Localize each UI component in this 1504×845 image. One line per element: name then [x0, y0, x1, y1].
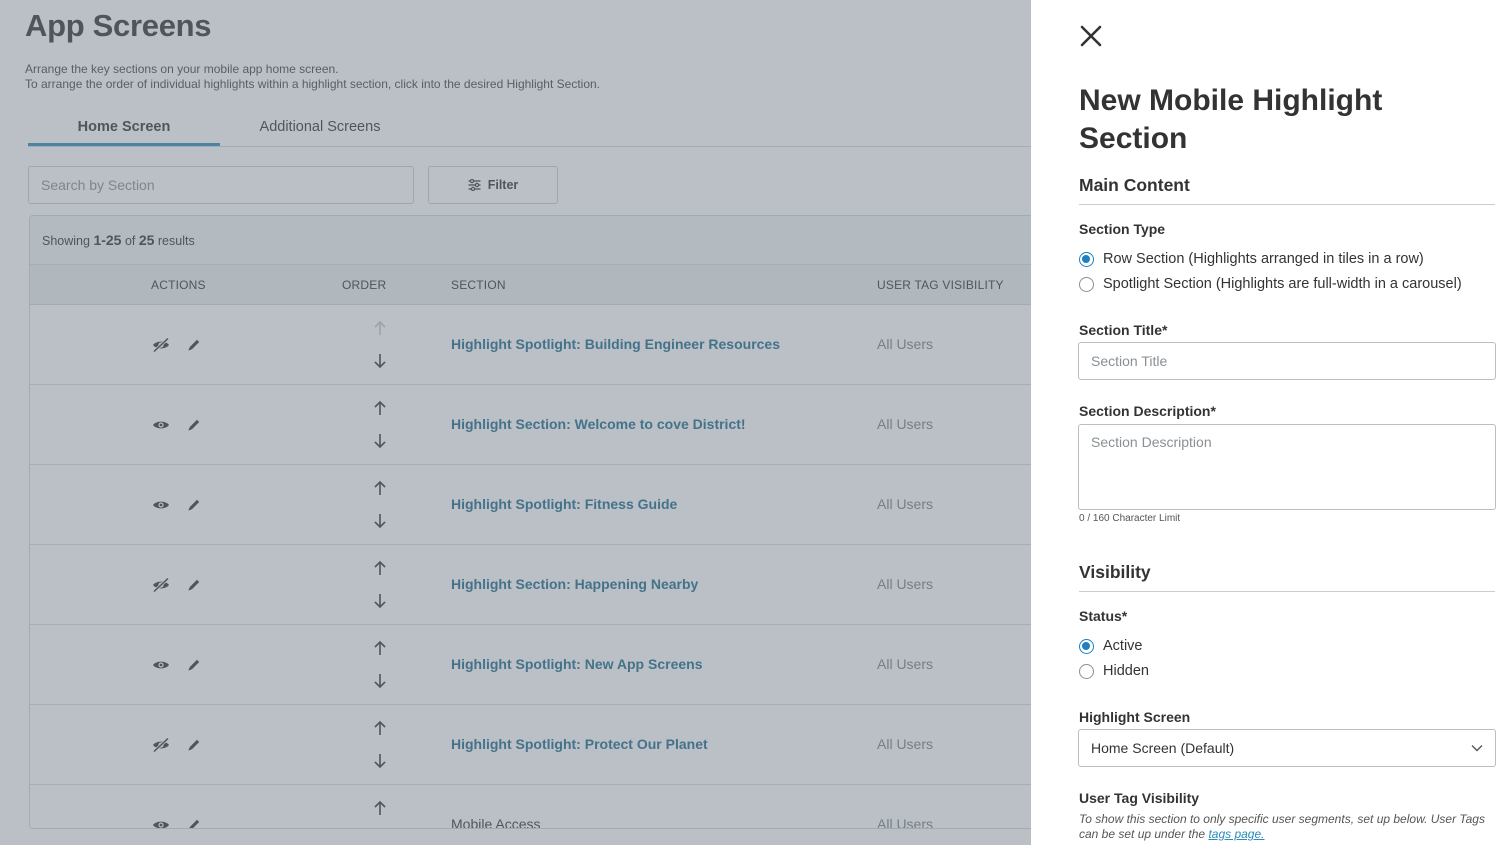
section-title-input[interactable]	[1078, 342, 1496, 380]
main-content-heading: Main Content	[1079, 175, 1190, 195]
section-description-label: Section Description*	[1079, 403, 1216, 419]
user-tag-visibility-label: User Tag Visibility	[1079, 790, 1200, 806]
chevron-down-icon	[1471, 745, 1483, 752]
section-type-label: Section Type	[1079, 221, 1166, 237]
user-tag-help-text: To show this section to only specific us…	[1079, 812, 1495, 842]
radio-status-hidden-label: Hidden	[1103, 663, 1149, 679]
close-icon[interactable]	[1079, 24, 1103, 48]
user-tag-help-copy: To show this section to only specific us…	[1079, 812, 1485, 841]
highlight-screen-value: Home Screen (Default)	[1091, 740, 1235, 756]
radio-status-active[interactable]: Active	[1079, 638, 1143, 654]
main-content-divider	[1079, 204, 1495, 205]
tags-page-link[interactable]: tags page.	[1208, 827, 1264, 841]
visibility-divider	[1079, 591, 1495, 592]
visibility-heading: Visibility	[1079, 562, 1151, 582]
section-description-input[interactable]	[1078, 424, 1496, 510]
radio-spotlight-section-label: Spotlight Section (Highlights are full-w…	[1103, 276, 1462, 292]
radio-row-section-label: Row Section (Highlights arranged in tile…	[1103, 251, 1424, 267]
radio-status-active-control[interactable]	[1079, 638, 1094, 654]
highlight-screen-select[interactable]: Home Screen (Default)	[1078, 729, 1496, 767]
radio-status-active-label: Active	[1103, 638, 1143, 654]
new-highlight-section-panel: New Mobile Highlight Section Main Conten…	[1031, 0, 1504, 845]
radio-row-section-control[interactable]	[1079, 251, 1094, 267]
radio-status-hidden[interactable]: Hidden	[1079, 663, 1149, 679]
status-label: Status*	[1079, 608, 1128, 624]
character-limit-counter: 0 / 160 Character Limit	[1079, 513, 1181, 524]
section-title-label: Section Title*	[1079, 322, 1168, 338]
radio-spotlight-section-control[interactable]	[1079, 276, 1094, 292]
radio-status-hidden-control[interactable]	[1079, 663, 1094, 679]
radio-row-section[interactable]: Row Section (Highlights arranged in tile…	[1079, 251, 1424, 267]
radio-spotlight-section[interactable]: Spotlight Section (Highlights are full-w…	[1079, 276, 1462, 292]
panel-title: New Mobile Highlight Section	[1079, 84, 1383, 155]
highlight-screen-label: Highlight Screen	[1079, 709, 1191, 725]
